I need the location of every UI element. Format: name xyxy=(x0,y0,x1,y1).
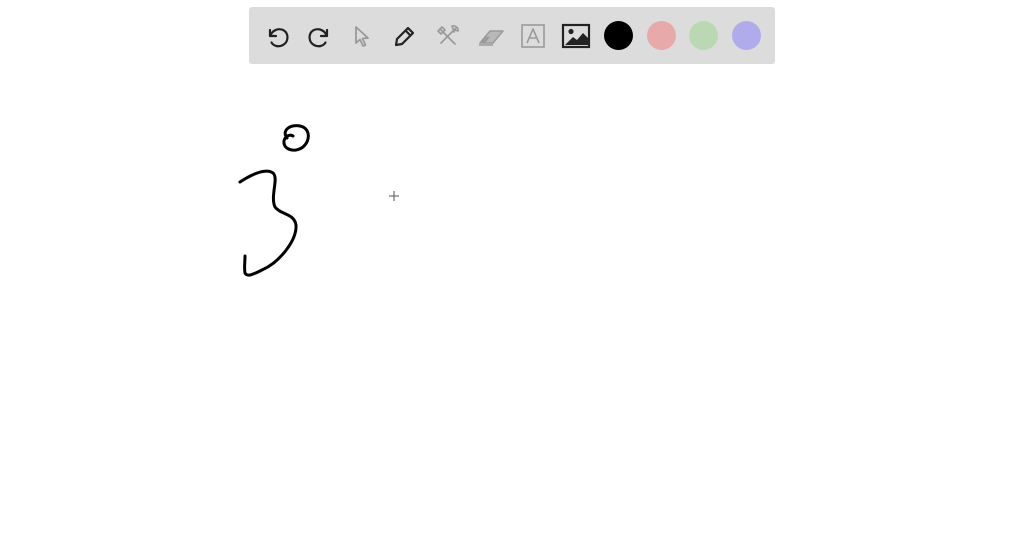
canvas-drawing-layer xyxy=(238,124,399,277)
ink-stroke-three xyxy=(238,169,298,277)
pencil-icon xyxy=(394,26,415,47)
crosshair-cursor-icon xyxy=(389,191,399,201)
ink-stroke-circle xyxy=(282,124,310,152)
eraser-button[interactable] xyxy=(476,21,506,51)
pen-tool-button[interactable] xyxy=(390,21,420,51)
select-tool-button[interactable] xyxy=(347,21,377,51)
tools-button[interactable] xyxy=(433,21,463,51)
undo-icon xyxy=(268,28,289,48)
text-tool-button[interactable] xyxy=(518,21,548,51)
color-swatch-purple[interactable] xyxy=(732,21,761,50)
insert-image-button[interactable] xyxy=(561,21,591,51)
eraser-icon xyxy=(479,30,504,46)
redo-button[interactable] xyxy=(305,21,335,51)
color-swatch-green[interactable] xyxy=(689,21,718,50)
color-swatch-black[interactable] xyxy=(604,21,633,50)
pointer-icon xyxy=(355,26,369,47)
undo-button[interactable] xyxy=(262,21,292,51)
image-icon xyxy=(561,23,591,49)
redo-icon xyxy=(308,28,329,48)
hammer-wrench-icon xyxy=(437,25,459,45)
drawing-canvas[interactable] xyxy=(0,0,1024,552)
drawing-toolbar xyxy=(249,7,775,64)
color-swatch-red[interactable] xyxy=(647,21,676,50)
text-box-icon xyxy=(521,24,545,48)
